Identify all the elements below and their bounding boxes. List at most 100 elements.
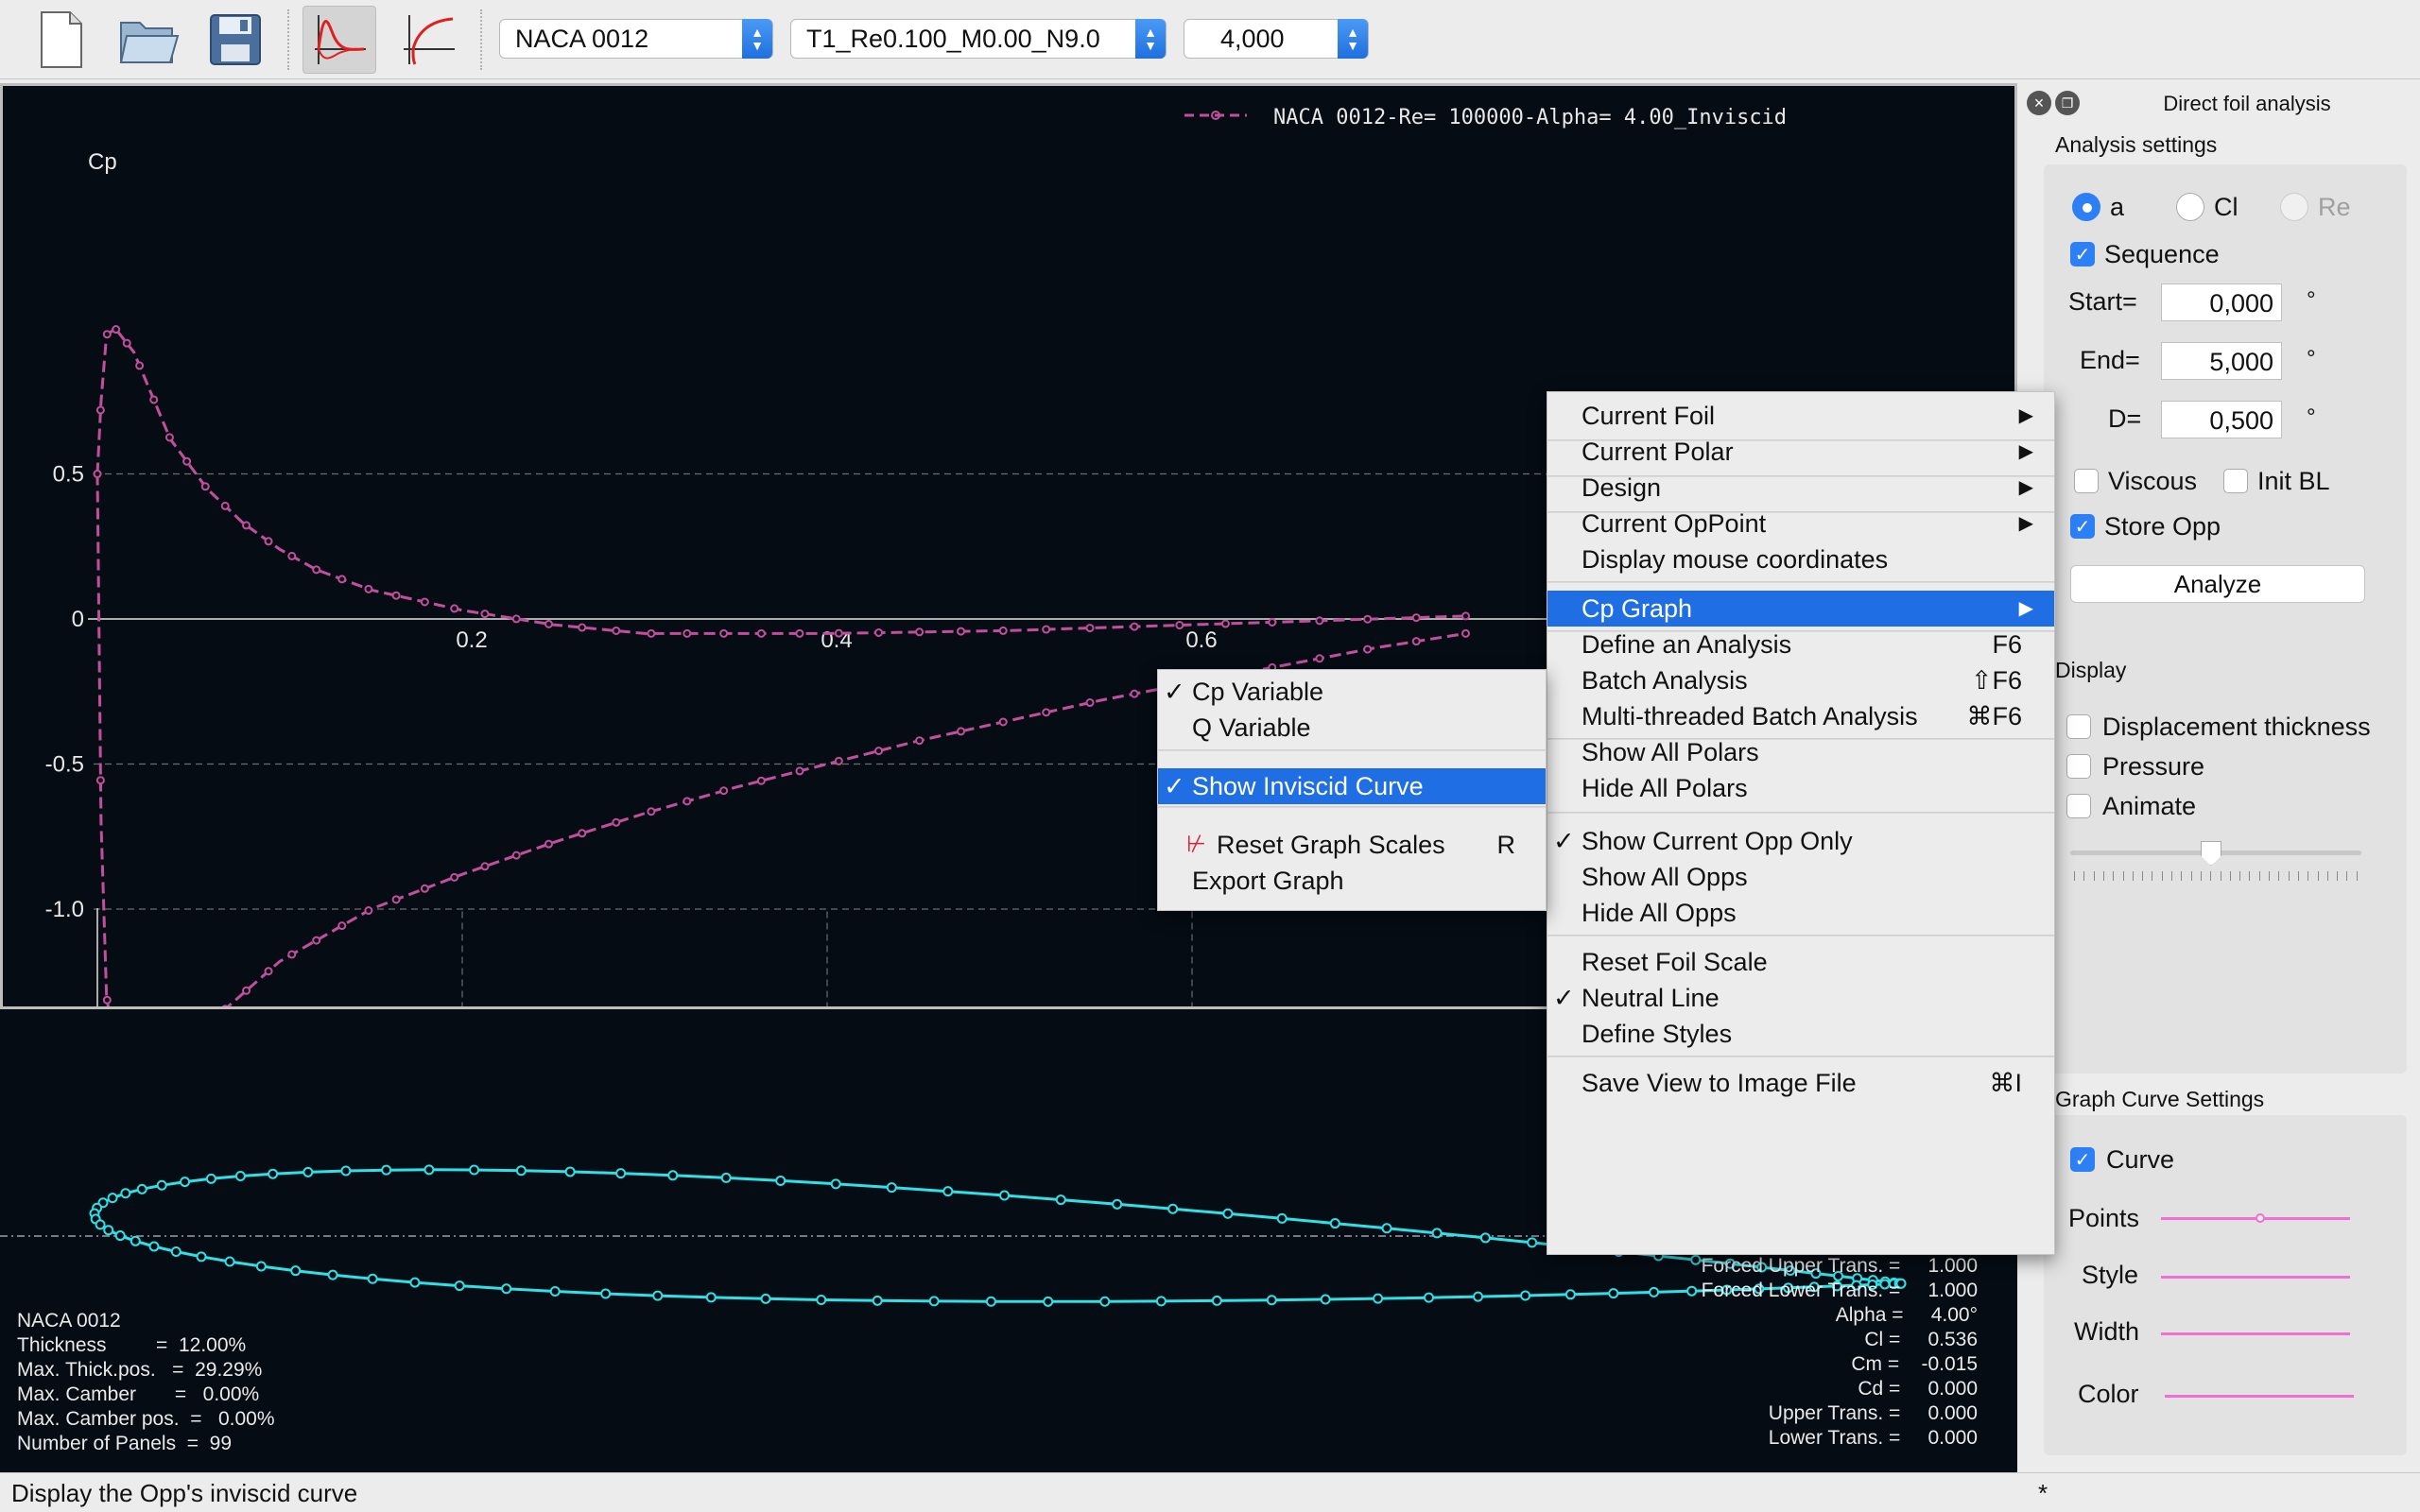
cp-point <box>391 895 401 904</box>
foil-panel-node <box>234 1171 246 1182</box>
delta-input[interactable]: 0,500 <box>2161 401 2282 438</box>
init-bl-checkbox[interactable] <box>2223 469 2248 493</box>
cp-point <box>95 405 105 415</box>
pressure-checkbox[interactable] <box>2066 754 2091 779</box>
store-opp-checkbox[interactable]: ✓ <box>2070 514 2095 539</box>
menu-item-q-variable[interactable]: Q Variable <box>1158 710 1546 746</box>
sequence-checkbox[interactable]: ✓ <box>2070 242 2095 266</box>
menu-item-show-inviscid-curve[interactable]: ✓ Show Inviscid Curve <box>1158 768 1546 804</box>
analyze-button[interactable]: Analyze <box>2070 565 2365 603</box>
foil-panel-node <box>705 1292 717 1303</box>
line-width-button[interactable] <box>2161 1332 2350 1335</box>
save-button[interactable] <box>199 6 272 74</box>
cp-point <box>1315 616 1324 626</box>
y-tick-label: 0.5 <box>53 462 84 488</box>
slider-tick <box>2161 871 2163 881</box>
menu-item-reset-graph-scales[interactable]: ⊬ Reset Graph Scales R <box>1158 827 1546 863</box>
line-color-button[interactable] <box>2165 1395 2354 1398</box>
menu-item-label: Cp Variable <box>1192 678 1324 706</box>
menu-item-cp-variable[interactable]: ✓ Cp Variable <box>1158 674 1546 710</box>
menu-item-hide-all-opps[interactable]: Hide All Opps <box>1547 895 2054 931</box>
foil-panel-node <box>103 1225 114 1236</box>
cp-point <box>200 482 210 491</box>
foil-panel-node <box>120 1188 131 1199</box>
cp-point <box>915 627 925 637</box>
slider-tick <box>2317 871 2319 881</box>
menu-item-label: Cp Graph <box>1582 594 1693 623</box>
curve-checkbox[interactable]: ✓ <box>2070 1147 2095 1172</box>
cp-point <box>834 628 843 638</box>
foil-panel-node <box>667 1170 679 1181</box>
foil-selector[interactable]: NACA 0012 ▲ ▼ <box>499 19 773 59</box>
x-tick-label: 0.2 <box>456 627 487 653</box>
polar-view-button[interactable] <box>391 6 465 74</box>
cp-point <box>1042 625 1051 634</box>
menu-item-current-polar[interactable]: Current Polar ▶ <box>1547 434 2054 470</box>
cp-point <box>578 623 587 632</box>
menu-item-current-oppoint[interactable]: Current OpPoint ▶ <box>1547 506 2054 541</box>
menu-item-multi-threaded-batch-analysis[interactable]: Multi-threaded Batch Analysis ⌘F6 <box>1547 698 2054 734</box>
menu-item-define-styles[interactable]: Define Styles <box>1547 1016 2054 1052</box>
line-style-button[interactable] <box>2161 1276 2350 1279</box>
cp-point <box>1315 654 1324 663</box>
polar-graph-icon <box>404 15 455 65</box>
slider-tick <box>2083 871 2085 881</box>
slider-tick <box>2278 871 2280 881</box>
slider-tick <box>2122 871 2124 881</box>
curve-label: Curve <box>2106 1145 2175 1174</box>
radio-cl[interactable] <box>2176 193 2204 221</box>
open-button[interactable] <box>112 6 185 74</box>
radio-re[interactable] <box>2280 193 2308 221</box>
submenu-arrow-icon: ▶ <box>2018 477 2033 498</box>
menu-item-batch-analysis[interactable]: Batch Analysis ⇧F6 <box>1547 662 2054 698</box>
opp-selector-value: 4,000 <box>1220 25 1285 53</box>
opp-selector[interactable]: 4,000 ▲ ▼ <box>1184 19 1369 59</box>
cp-point <box>874 627 884 637</box>
checkmark-icon: ✓ <box>1164 772 1185 800</box>
menu-item-reset-foil-scale[interactable]: Reset Foil Scale <box>1547 944 2054 980</box>
menu-item-label: Export Graph <box>1192 867 1344 895</box>
chevron-up-down-icon: ▲ ▼ <box>1135 19 1166 59</box>
foil-panel-node <box>170 1246 182 1257</box>
store-opp-label: Store Opp <box>2104 512 2221 541</box>
menu-item-show-all-polars[interactable]: Show All Polars <box>1547 734 2054 770</box>
sequence-label: Sequence <box>2104 240 2220 268</box>
slider-tick <box>2326 871 2328 881</box>
foil-panel-node <box>942 1186 954 1197</box>
chevron-up-down-icon: ▲ ▼ <box>742 19 772 59</box>
new-project-button[interactable] <box>25 6 98 74</box>
viscous-checkbox[interactable] <box>2074 469 2099 493</box>
animate-checkbox[interactable] <box>2066 794 2091 818</box>
cp-point <box>874 747 884 756</box>
slider-tick <box>2239 871 2241 881</box>
menu-item-show-current-opp-only[interactable]: ✓ Show Current Opp Only <box>1547 823 2054 859</box>
opp-info-line: Alpha = 4.00° <box>1836 1304 1978 1326</box>
menu-item-design[interactable]: Design ▶ <box>1547 470 2054 506</box>
menu-item-save-view-to-image-file[interactable]: Save View to Image File ⌘I <box>1547 1065 2054 1101</box>
cp-view-button[interactable] <box>302 6 376 74</box>
menu-item-label: Batch Analysis <box>1582 666 1748 695</box>
menu-item-hide-all-polars[interactable]: Hide All Polars <box>1547 770 2054 806</box>
submenu-arrow-icon: ▶ <box>2018 598 2033 619</box>
cp-point <box>1175 621 1184 630</box>
cp-point <box>1085 624 1095 633</box>
foil-panel-node <box>114 1230 126 1242</box>
toolbar: NACA 0012 ▲ ▼ T1_Re0.100_M0.00_N9.0 ▲ ▼ 4,… <box>0 0 2420 79</box>
submenu-arrow-icon: ▶ <box>2018 513 2033 534</box>
menu-item-cp-graph[interactable]: Cp Graph ▶ <box>1547 591 2054 627</box>
menu-item-export-graph[interactable]: Export Graph <box>1158 863 1546 899</box>
menu-item-display-mouse-coordinates[interactable]: Display mouse coordinates <box>1547 541 2054 577</box>
slider-tick <box>2258 871 2260 881</box>
menu-item-neutral-line[interactable]: ✓ Neutral Line <box>1547 980 2054 1016</box>
radio-alpha[interactable] <box>2072 193 2100 221</box>
menu-item-define-an-analysis[interactable]: Define an Analysis F6 <box>1547 627 2054 662</box>
displacement-checkbox[interactable] <box>2066 714 2091 739</box>
polar-selector[interactable]: T1_Re0.100_M0.00_N9.0 ▲ ▼ <box>790 19 1167 59</box>
cp-point <box>450 604 459 613</box>
foil-panel-node <box>424 1164 435 1176</box>
foil-panel-node <box>1167 1203 1179 1214</box>
start-input[interactable]: 0,000 <box>2161 284 2282 321</box>
end-input[interactable]: 5,000 <box>2161 342 2282 380</box>
menu-item-current-foil[interactable]: Current Foil ▶ <box>1547 398 2054 434</box>
menu-item-show-all-opps[interactable]: Show All Opps <box>1547 859 2054 895</box>
